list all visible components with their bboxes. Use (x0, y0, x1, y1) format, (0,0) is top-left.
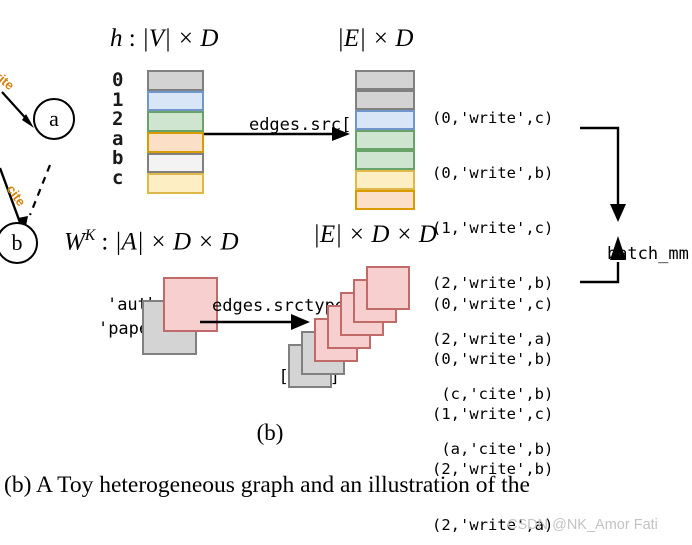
tuple-row: (0,'write',c) (432, 108, 554, 127)
matrix-cell (147, 90, 204, 112)
h-row-index-labels: 0 1 2 a b c (112, 69, 136, 189)
edge-wk-matrix-title: |E| × D × D (313, 222, 437, 247)
batch-mm-label: batch_mm (566, 228, 689, 282)
matrix-cell (355, 130, 415, 150)
matrix-cell (147, 111, 204, 132)
graph-node-b-label: b (11, 230, 23, 255)
matrix-cell (147, 70, 204, 91)
figure-root: a b write cite h : |V| × D |E| × D 0 1 2… (0, 0, 692, 545)
matrix-cell (355, 170, 415, 190)
matrix-cell (147, 152, 204, 174)
tuple-row: (0,'write',b) (432, 350, 554, 369)
matrix-cell (355, 90, 415, 110)
panel-label-text: (b) (256, 420, 284, 445)
row-label: 0 (112, 69, 124, 91)
row-label: c (112, 166, 124, 189)
wk-title-sep: : (95, 228, 115, 256)
row-label: b (112, 147, 124, 169)
h-title-cardinality: |V| (141, 25, 171, 52)
edge-wk-title-text: |E| × D × D (313, 221, 437, 248)
figure-caption: (b) A Toy heterogeneous graph and an ill… (4, 472, 530, 499)
watermark: CSDN @NK_Amor Fati (507, 517, 658, 533)
graph-node-a-label: a (49, 106, 59, 131)
wk-title-dims: × D × D (143, 228, 239, 256)
wk-title-cardinality: |A| (114, 228, 144, 256)
h-matrix-title: h : |V| × D (110, 26, 218, 51)
matrix-cell (355, 110, 415, 130)
matrix-cell (147, 173, 204, 194)
stack-square-author (366, 266, 410, 310)
tuple-row: (0,'write',b) (432, 164, 554, 183)
bottom-edge-tuple-list: (0,'write',c) (0,'write',b) (1,'write',c… (432, 258, 553, 545)
matrix-cell (355, 70, 415, 90)
figure-caption-text: (b) A Toy heterogeneous graph and an ill… (4, 472, 530, 498)
batch-mm-text: batch_mm (606, 243, 689, 264)
tuple-row: (1,'write',c) (432, 219, 554, 238)
tuple-row: (0,'write',c) (432, 294, 554, 313)
edge-matrix-title: |E| × D (337, 26, 413, 51)
wk-matrix-title: WK : |A| × D × D (64, 227, 239, 256)
matrix-cell (147, 131, 204, 153)
graph-node-a[interactable]: a (33, 98, 75, 140)
top-transform-arrow (204, 127, 350, 141)
h-edge-matrix (355, 70, 415, 210)
h-source-matrix (147, 70, 204, 194)
wk-superscript: K (84, 227, 96, 244)
row-label: 2 (112, 108, 124, 130)
watermark-text: CSDN @NK_Amor Fati (507, 517, 658, 533)
h-title-sep: : (122, 25, 142, 52)
wk-symbol: W (64, 228, 85, 256)
h-symbol: h (110, 25, 123, 52)
edge-title-text: |E| × D (337, 25, 414, 52)
wk-edge-square-stack (288, 258, 433, 403)
h-title-dims: × D (170, 25, 219, 52)
matrix-cell (355, 150, 415, 170)
panel-label: (b) (0, 420, 540, 446)
matrix-cell (355, 190, 415, 210)
